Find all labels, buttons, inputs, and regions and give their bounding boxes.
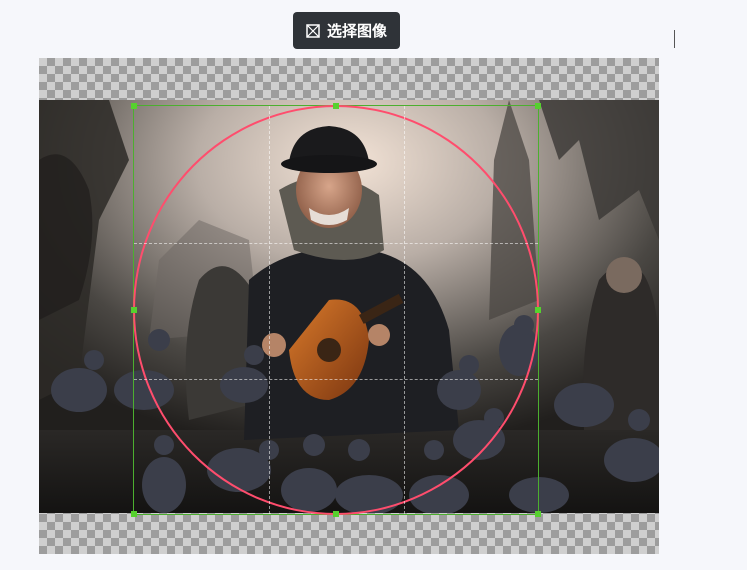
grid-guide-vertical xyxy=(404,106,405,514)
grid-guide-vertical xyxy=(269,106,270,514)
text-cursor xyxy=(674,30,675,48)
grid-guide-horizontal xyxy=(134,379,538,380)
resize-handle-right[interactable] xyxy=(535,307,541,313)
resize-handle-bottom-right[interactable] xyxy=(535,511,541,517)
resize-handle-top[interactable] xyxy=(333,103,339,109)
image-crop-editor: 选择图像 xyxy=(0,0,747,570)
resize-handle-left[interactable] xyxy=(131,307,137,313)
resize-handle-top-right[interactable] xyxy=(535,103,541,109)
resize-handle-bottom-left[interactable] xyxy=(131,511,137,517)
grid-guide-horizontal xyxy=(134,243,538,244)
circular-crop-mask xyxy=(133,105,539,515)
resize-handle-top-left[interactable] xyxy=(131,103,137,109)
select-image-label: 选择图像 xyxy=(327,23,388,40)
select-image-button[interactable]: 选择图像 xyxy=(293,12,401,49)
image-placeholder-icon xyxy=(306,23,320,38)
crop-canvas[interactable] xyxy=(39,58,659,554)
resize-handle-bottom[interactable] xyxy=(333,511,339,517)
crop-selection[interactable] xyxy=(131,103,541,517)
